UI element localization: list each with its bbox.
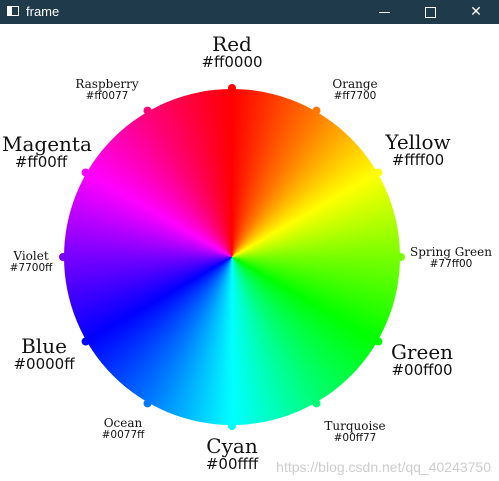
marker-dot-violet: [59, 253, 67, 261]
marker-dot-turquoise: [312, 399, 321, 408]
marker-dot-cyan: [228, 422, 236, 430]
label-ocean: Ocean #0077ff: [101, 416, 145, 441]
maximize-icon: [424, 6, 436, 18]
color-wheel-disc: [64, 89, 400, 425]
marker-dot-yellow: [374, 168, 383, 177]
minimize-icon: [378, 11, 390, 13]
label-spring-green: Spring Green #77ff00: [410, 245, 492, 270]
close-icon: ✕: [470, 4, 482, 20]
label-raspberry: Raspberry #ff0077: [75, 77, 139, 102]
window-title: frame: [26, 4, 60, 19]
label-red: Red #ff0000: [201, 32, 263, 71]
marker-dot-ocean: [143, 399, 152, 408]
watermark-text: https://blog.csdn.net/qq_40243750: [276, 459, 491, 475]
app-window-icon: [7, 6, 19, 16]
label-turquoise: Turquoise #00ff77: [324, 419, 386, 444]
label-orange: Orange #ff7700: [332, 77, 378, 102]
marker-dot-raspberry: [143, 106, 152, 115]
label-magenta: Magenta #ff00ff: [2, 132, 92, 171]
marker-dot-spring-green: [397, 253, 405, 261]
marker-dot-magenta: [81, 168, 90, 177]
label-green: Green #00ff00: [390, 340, 454, 379]
label-cyan: Cyan #00ffff: [205, 434, 259, 473]
title-bar: frame ✕: [0, 0, 499, 24]
color-wheel-canvas: Red #ff0000 Orange #ff7700 Yellow #ffff0…: [0, 24, 499, 481]
label-blue: Blue #0000ff: [13, 334, 75, 373]
label-yellow: Yellow #ffff00: [385, 130, 451, 169]
maximize-button[interactable]: [407, 0, 453, 24]
label-violet: Violet #7700ff: [9, 249, 53, 274]
marker-dot-red: [228, 84, 236, 92]
minimize-button[interactable]: [361, 0, 407, 24]
marker-dot-orange: [312, 106, 321, 115]
close-button[interactable]: ✕: [453, 0, 499, 24]
